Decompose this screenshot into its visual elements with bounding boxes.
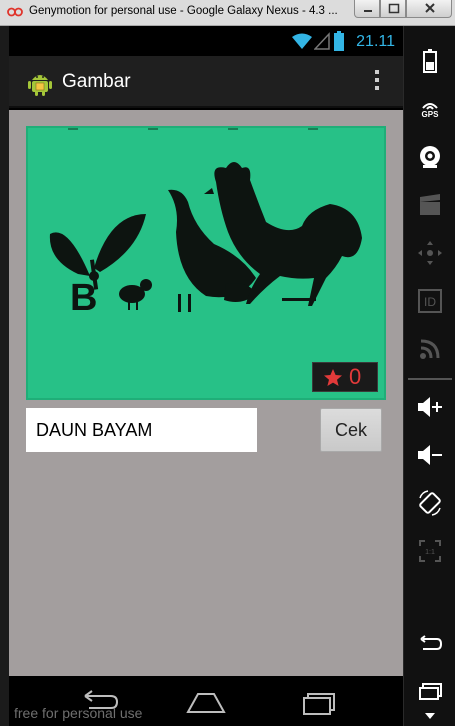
camera-widget-button[interactable] — [415, 142, 445, 172]
star-count: 0 — [349, 364, 362, 389]
silhouette-illustration: B — [49, 128, 362, 319]
battery-icon — [423, 49, 437, 73]
quiz-content: B 0 DAUN BAYAM Cek — [9, 110, 403, 676]
maximize-icon — [388, 3, 400, 14]
camera-icon — [420, 146, 440, 168]
volume-down-button[interactable] — [415, 440, 445, 470]
cek-button[interactable]: Cek — [320, 408, 382, 452]
gps-widget-button[interactable]: GPS — [415, 94, 445, 124]
volume-up-icon — [418, 397, 442, 417]
genymotion-side-panel: GPS ID 1:1 — [403, 26, 455, 726]
gps-icon — [422, 102, 438, 110]
close-button[interactable] — [406, 0, 452, 18]
side-back-button[interactable] — [415, 628, 445, 658]
status-time: 21.11 — [356, 33, 395, 50]
close-icon — [425, 3, 435, 13]
volume-down-icon — [418, 445, 442, 465]
watermark-text: free for personal use — [14, 705, 143, 721]
battery-widget-button[interactable] — [415, 46, 445, 76]
scale-icon: 1:1 — [419, 540, 441, 562]
volume-up-button[interactable] — [415, 392, 445, 422]
rss-icon — [420, 339, 440, 359]
android-app-icon — [28, 75, 52, 96]
side-panel-divider — [408, 378, 452, 380]
svg-text:1:1: 1:1 — [425, 549, 435, 556]
back-icon — [420, 635, 443, 650]
rotate-button[interactable] — [415, 488, 445, 518]
battery-icon — [334, 31, 344, 51]
pixel-scale-button[interactable]: 1:1 — [415, 536, 445, 566]
recent-apps-icon[interactable] — [292, 688, 340, 716]
dpad-widget-button[interactable] — [415, 238, 445, 268]
gps-label: GPS — [421, 109, 439, 119]
android-status-bar: 21.11 — [9, 26, 403, 56]
overflow-menu-icon[interactable] — [373, 70, 381, 94]
maximize-button[interactable] — [380, 0, 406, 18]
action-bar: Gambar — [9, 56, 403, 108]
emulator-window: Genymotion for personal use - Google Gal… — [0, 0, 455, 726]
dpad-icon — [418, 241, 442, 265]
side-menu-button[interactable] — [415, 706, 445, 726]
minimize-icon — [364, 10, 372, 12]
device-id-button[interactable]: ID — [415, 286, 445, 316]
video-icon — [420, 194, 440, 215]
wifi-icon — [292, 33, 312, 49]
recent-apps-icon — [419, 683, 442, 700]
star-score-badge: 0 — [312, 362, 378, 392]
home-icon[interactable] — [182, 688, 230, 716]
genymotion-logo-icon — [7, 7, 23, 17]
signal-icon — [314, 32, 330, 50]
quiz-picture: B 0 — [26, 126, 386, 400]
minimize-button[interactable] — [354, 0, 380, 18]
window-titlebar: Genymotion for personal use - Google Gal… — [0, 0, 455, 26]
id-label: ID — [424, 295, 436, 309]
id-icon: ID — [418, 289, 442, 313]
window-title: Genymotion for personal use - Google Gal… — [29, 5, 338, 17]
menu-icon — [425, 713, 435, 719]
window-frame-left — [0, 26, 9, 726]
video-capture-button[interactable] — [415, 190, 445, 220]
picture-letter: B — [70, 277, 97, 319]
app-title: Gambar — [62, 71, 131, 92]
side-recent-apps-button[interactable] — [415, 676, 445, 706]
rss-widget-button[interactable] — [415, 334, 445, 364]
star-icon — [324, 369, 342, 386]
answer-input[interactable] — [26, 408, 257, 452]
rotate-icon — [419, 490, 441, 516]
